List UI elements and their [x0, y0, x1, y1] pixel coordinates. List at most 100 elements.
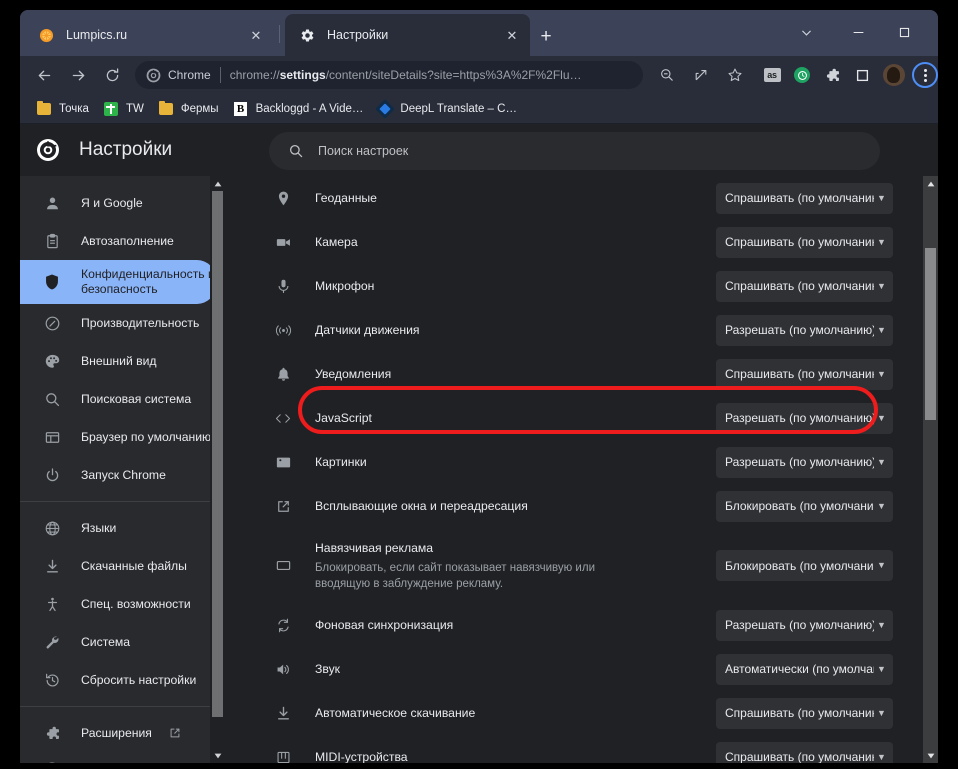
motion-sensor-icon [273, 320, 293, 340]
chrome-logo-icon [42, 761, 62, 763]
permission-row-background-sync[interactable]: Фоновая синхронизация Разрешать (по умол… [273, 603, 893, 647]
shield-icon [42, 272, 62, 292]
sidebar-item-about-chrome[interactable]: О браузере Chrome [20, 752, 216, 763]
sidebar-scrollbar[interactable] [210, 176, 225, 763]
permission-select[interactable]: Разрешать (по умолчанию) ▼ [716, 446, 893, 478]
permission-row-midi-devices[interactable]: MIDI-устройства Спрашивать (по умолчанию… [273, 735, 893, 763]
sidebar-item-languages[interactable]: Языки [20, 509, 216, 547]
permission-label: MIDI-устройства [315, 750, 408, 763]
sidebar-item-appearance[interactable]: Внешний вид [20, 342, 216, 380]
chevron-down-icon: ▼ [877, 280, 886, 291]
sidebar-item-label: Внешний вид [81, 353, 157, 368]
sidebar-item-startup[interactable]: Запуск Chrome [20, 456, 216, 494]
location-pin-icon [273, 188, 293, 208]
chevron-down-icon: ▼ [877, 456, 886, 467]
back-button[interactable] [30, 61, 58, 89]
permission-row-motion-sensors[interactable]: Датчики движения Разрешать (по умолчанию… [273, 308, 893, 352]
omnibox-divider [219, 67, 221, 83]
sidebar-item-reset-settings[interactable]: Сбросить настройки [20, 661, 216, 699]
sound-icon [273, 659, 293, 679]
bookmark-backloggd[interactable]: B Backloggd - A Vide… [229, 97, 372, 121]
sidebar-item-you-and-google[interactable]: Я и Google [20, 184, 216, 222]
chevron-down-icon: ▼ [877, 663, 886, 674]
content-scrollbar[interactable] [923, 176, 938, 763]
permission-select[interactable]: Спрашивать (по умолчанию) ▼ [716, 182, 893, 214]
side-panel-icon[interactable] [849, 62, 875, 88]
puzzle-extensions-icon[interactable] [819, 62, 845, 88]
permission-select[interactable]: Спрашивать (по умолчанию) ▼ [716, 741, 893, 763]
permission-row-geolocation[interactable]: Геоданные Спрашивать (по умолчанию) ▼ [273, 176, 893, 220]
url-prefix: chrome:// [229, 68, 280, 82]
tab-settings[interactable]: Настройки ✕ [285, 14, 530, 56]
permission-select[interactable]: Спрашивать (по умолчанию) ▼ [716, 358, 893, 390]
bookmark-tw[interactable]: TW [99, 97, 152, 121]
lastfm-extension-icon[interactable]: as [759, 62, 785, 88]
sidebar-item-label: Производительность [81, 315, 200, 330]
content-scroll-thumb[interactable] [925, 248, 936, 420]
permission-row-popups[interactable]: Всплывающие окна и переадресация Блокиро… [273, 484, 893, 528]
sidebar-item-system[interactable]: Система [20, 623, 216, 661]
sidebar-item-privacy-security[interactable]: Конфиденциальность и безопасность [20, 260, 216, 304]
timer-extension-icon[interactable] [789, 62, 815, 88]
bookmark-tochka[interactable]: Точка [32, 97, 97, 121]
browser-toolbar: Chrome chrome://settings/content/siteDet… [20, 56, 938, 94]
maximize-button[interactable] [882, 15, 926, 49]
permission-row-javascript[interactable]: JavaScript Разрешать (по умолчанию) ▼ [273, 396, 893, 440]
permission-row-camera[interactable]: Камера Спрашивать (по умолчанию) ▼ [273, 220, 893, 264]
permission-row-images[interactable]: Картинки Разрешать (по умолчанию) ▼ [273, 440, 893, 484]
scroll-down-arrow-icon[interactable] [210, 748, 225, 763]
sidebar-item-performance[interactable]: Производительность [20, 304, 216, 342]
power-icon [42, 465, 62, 485]
chevron-down-icon: ▼ [877, 324, 886, 335]
sidebar-item-extensions[interactable]: Расширения [20, 714, 216, 752]
permission-row-sound[interactable]: Звук Автоматически (по умолчанию) ▼ [273, 647, 893, 691]
permission-select[interactable]: Блокировать (по умолчанию) ▼ [716, 490, 893, 522]
search-settings-input[interactable]: Поиск настроек [269, 132, 880, 170]
bookmark-deepl[interactable]: DeepL Translate – C… [373, 97, 525, 121]
forward-button[interactable] [64, 61, 92, 89]
permission-select[interactable]: Спрашивать (по умолчанию) ▼ [716, 697, 893, 729]
code-brackets-icon [273, 408, 293, 428]
scroll-up-arrow-icon[interactable] [923, 176, 938, 191]
permission-select[interactable]: Разрешать (по умолчанию) ▼ [716, 314, 893, 346]
profile-avatar[interactable] [881, 62, 907, 88]
sidebar-item-autofill[interactable]: Автозаполнение [20, 222, 216, 260]
new-tab-button[interactable]: + [533, 23, 559, 49]
scroll-up-arrow-icon[interactable] [210, 176, 225, 191]
sidebar-item-downloads[interactable]: Скачанные файлы [20, 547, 216, 585]
tab-lumpics[interactable]: Lumpics.ru ✕ [24, 14, 274, 56]
permission-label: Навязчивая реклама [315, 541, 434, 555]
permission-row-automatic-downloads[interactable]: Автоматическое скачивание Спрашивать (по… [273, 691, 893, 735]
permission-value: Разрешать (по умолчанию) [725, 618, 874, 632]
permission-select[interactable]: Спрашивать (по умолчанию) ▼ [716, 270, 893, 302]
permission-select[interactable]: Разрешать (по умолчанию) ▼ [716, 609, 893, 641]
sidebar-scroll-thumb[interactable] [212, 191, 223, 717]
permission-select[interactable]: Блокировать (по умолчанию) ▼ [716, 550, 893, 581]
permission-row-microphone[interactable]: Микрофон Спрашивать (по умолчанию) ▼ [273, 264, 893, 308]
address-bar[interactable]: Chrome chrome://settings/content/siteDet… [135, 61, 643, 89]
bookmark-fermy[interactable]: Фермы [154, 97, 227, 121]
chrome-menu-icon[interactable] [912, 62, 938, 88]
puzzle-icon [42, 723, 62, 743]
scroll-down-arrow-icon[interactable] [923, 748, 938, 763]
permission-select[interactable]: Автоматически (по умолчанию) ▼ [716, 653, 893, 685]
close-icon[interactable]: ✕ [502, 25, 522, 45]
sidebar-item-default-browser[interactable]: Браузер по умолчанию [20, 418, 216, 456]
permission-row-notifications[interactable]: Уведомления Спрашивать (по умолчанию) ▼ [273, 352, 893, 396]
permission-row-intrusive-ads[interactable]: Навязчивая реклама Блокировать, если сай… [273, 528, 893, 603]
close-window-button[interactable] [928, 15, 938, 49]
star-icon[interactable] [721, 61, 749, 89]
settings-header: Настройки Поиск настроек [20, 124, 938, 176]
share-icon[interactable] [687, 61, 715, 89]
reload-button[interactable] [98, 61, 126, 89]
zoom-out-icon[interactable] [653, 61, 681, 89]
close-icon[interactable]: ✕ [246, 25, 266, 45]
minimize-button[interactable] [836, 15, 880, 49]
sidebar-item-accessibility[interactable]: Спец. возможности [20, 585, 216, 623]
permission-select[interactable]: Спрашивать (по умолчанию) ▼ [716, 226, 893, 258]
tab-search-chevron-icon[interactable] [784, 15, 828, 49]
permission-select[interactable]: Разрешать (по умолчанию) ▼ [716, 402, 893, 434]
sidebar-item-search-engine[interactable]: Поисковая система [20, 380, 216, 418]
chevron-down-icon: ▼ [877, 500, 886, 511]
tab-divider [279, 25, 280, 43]
